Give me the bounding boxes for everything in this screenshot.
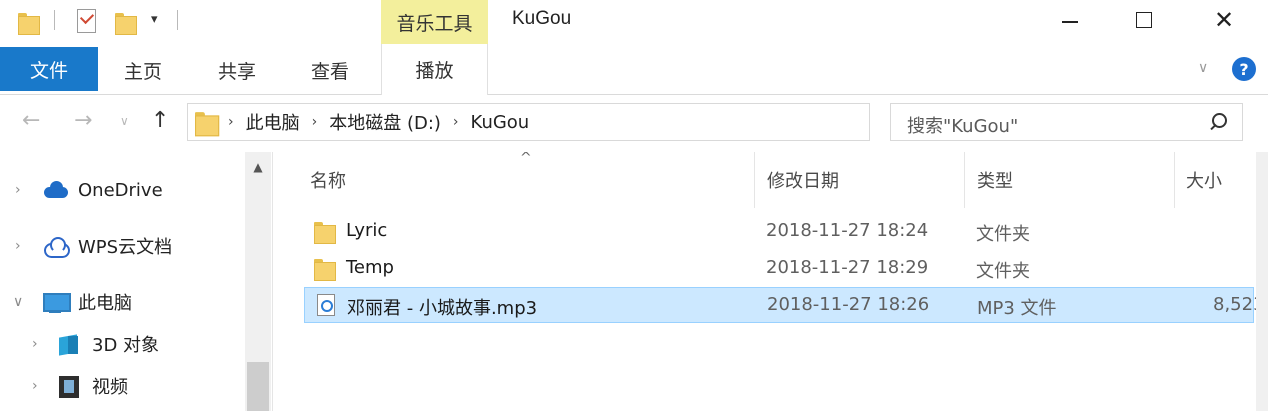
sidebar-item-this-pc[interactable]: 此电脑	[42, 282, 132, 322]
sidebar-item-videos[interactable]: 视频	[56, 366, 128, 406]
tab-view[interactable]: 查看	[300, 50, 360, 90]
file-list: ^ 名称 修改日期 类型 大小 Lyric 2018-11-27 18:24 文…	[274, 152, 1268, 411]
sidebar-item-label: WPS云文档	[78, 237, 173, 258]
navigation-pane-scrollbar[interactable]: ▲	[245, 152, 271, 411]
folder-icon	[195, 110, 220, 137]
file-row[interactable]: Lyric 2018-11-27 18:24 文件夹	[304, 214, 1254, 250]
file-modified: 2018-11-27 18:29	[766, 257, 929, 278]
forward-arrow-icon[interactable]: →	[74, 108, 92, 133]
window-title: KuGou	[512, 8, 572, 29]
column-header-modified[interactable]: 修改日期	[767, 152, 839, 208]
new-folder-icon[interactable]	[115, 8, 137, 36]
column-divider[interactable]	[754, 152, 755, 208]
sidebar-item-label: 3D 对象	[92, 335, 160, 356]
file-modified: 2018-11-27 18:24	[766, 220, 929, 241]
minimize-button[interactable]	[1030, 0, 1110, 40]
file-type: 文件夹	[976, 224, 1030, 245]
file-list-scrollbar[interactable]	[1256, 152, 1268, 411]
file-name: Temp	[346, 257, 394, 278]
sidebar-item-label: 视频	[92, 377, 128, 398]
column-divider[interactable]	[964, 152, 965, 208]
breadcrumb-separator[interactable]: ›	[453, 114, 459, 130]
search-input[interactable]: 搜索"KuGou"	[907, 112, 1018, 138]
file-type: 文件夹	[976, 261, 1030, 282]
address-bar[interactable]: › 此电脑 › 本地磁盘 (D:) › KuGou ∨ ↻	[187, 103, 1045, 141]
close-button[interactable]: ✕	[1184, 0, 1264, 40]
sidebar-item-3d-objects[interactable]: 3D 对象	[56, 324, 159, 364]
back-arrow-icon[interactable]: ←	[22, 108, 40, 133]
tab-file[interactable]: 文件	[0, 47, 98, 91]
recent-locations-chevron-icon[interactable]: ∨	[120, 114, 129, 128]
maximize-button[interactable]	[1104, 0, 1184, 40]
up-arrow-icon[interactable]: ↑	[151, 108, 169, 133]
expand-chevron-icon[interactable]: ›	[32, 378, 38, 394]
search-box[interactable]: 搜索"KuGou"	[890, 103, 1243, 141]
file-type: MP3 文件	[977, 298, 1057, 319]
video-folder-icon	[56, 375, 82, 398]
3d-objects-icon	[56, 333, 82, 355]
expand-chevron-icon[interactable]: ›	[15, 182, 21, 198]
column-header-size[interactable]: 大小	[1186, 152, 1222, 208]
breadcrumb-this-pc[interactable]: 此电脑	[246, 109, 300, 135]
toolbar-separator	[177, 10, 178, 30]
scrollbar-thumb[interactable]	[247, 362, 269, 411]
scroll-up-arrow-icon[interactable]: ▲	[245, 160, 271, 174]
expand-chevron-icon[interactable]: ›	[32, 336, 38, 352]
title-bar: ▾ 音乐工具 KuGou ✕	[0, 0, 1268, 44]
navigation-bar: ← → ∨ ↑ › 此电脑 › 本地磁盘 (D:) › KuGou ∨ ↻ 搜索…	[0, 96, 1268, 150]
tab-share[interactable]: 共享	[207, 50, 267, 90]
minimize-icon	[1062, 21, 1078, 23]
column-header-type[interactable]: 类型	[977, 152, 1013, 208]
tab-play[interactable]: 播放	[381, 44, 488, 95]
navigation-pane: › OneDrive › WPS云文档 ∨ 此电脑 › 3D 对象 › 视频	[0, 152, 272, 411]
wps-cloud-icon	[42, 235, 70, 258]
file-name: Lyric	[346, 220, 388, 241]
folder-icon[interactable]	[18, 8, 40, 36]
computer-icon	[42, 291, 71, 313]
maximize-icon	[1136, 12, 1152, 28]
search-icon[interactable]	[1208, 113, 1228, 133]
sort-ascending-icon: ^	[520, 152, 532, 166]
context-tab-group-label: 音乐工具	[381, 0, 488, 44]
ribbon-expand-chevron-icon[interactable]: ∨	[1198, 60, 1208, 76]
sidebar-item-onedrive[interactable]: OneDrive	[42, 170, 163, 210]
file-name: 邓丽君 - 小城故事.mp3	[347, 298, 538, 319]
sidebar-item-label: 此电脑	[78, 293, 132, 314]
folder-icon	[314, 257, 336, 281]
ribbon-tab-bar: 文件 主页 共享 查看 播放 ∨ ?	[0, 44, 1268, 95]
properties-icon[interactable]	[77, 9, 96, 33]
tab-home[interactable]: 主页	[113, 50, 173, 90]
toolbar-separator	[54, 10, 55, 30]
breadcrumb-local-disk-d[interactable]: 本地磁盘 (D:)	[329, 109, 441, 135]
breadcrumb-separator: ›	[228, 114, 234, 130]
help-icon[interactable]: ?	[1232, 57, 1256, 81]
column-divider[interactable]	[1174, 152, 1175, 208]
pane-divider[interactable]	[272, 152, 273, 411]
expand-chevron-icon[interactable]: ›	[15, 238, 21, 254]
mp3-file-icon	[317, 294, 335, 316]
sidebar-item-label: OneDrive	[78, 179, 163, 201]
customize-quick-access-dropdown[interactable]: ▾	[151, 12, 158, 27]
file-row-selected[interactable]: 邓丽君 - 小城故事.mp3 2018-11-27 18:26 MP3 文件 8…	[304, 287, 1265, 323]
collapse-chevron-icon[interactable]: ∨	[13, 294, 23, 310]
breadcrumb-kugou[interactable]: KuGou	[471, 112, 530, 133]
file-modified: 2018-11-27 18:26	[767, 294, 930, 315]
breadcrumb-separator[interactable]: ›	[312, 114, 318, 130]
column-header-name[interactable]: 名称	[310, 152, 346, 208]
sidebar-item-wps-cloud-docs[interactable]: WPS云文档	[42, 226, 172, 266]
folder-icon	[314, 220, 336, 244]
file-row[interactable]: Temp 2018-11-27 18:29 文件夹	[304, 251, 1254, 287]
onedrive-cloud-icon	[42, 179, 68, 201]
close-icon: ✕	[1213, 6, 1235, 34]
